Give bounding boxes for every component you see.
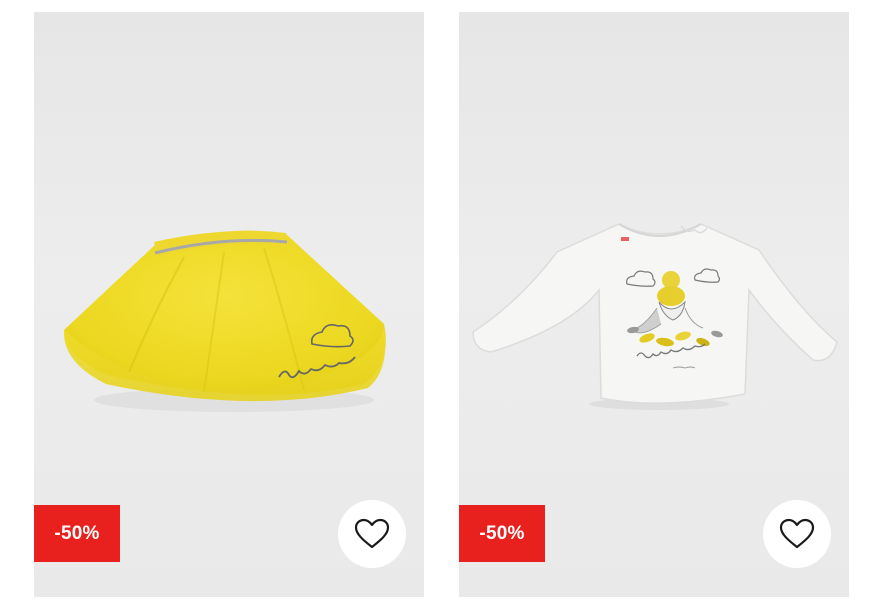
wishlist-button[interactable] xyxy=(763,500,831,568)
product-card[interactable]: -50% xyxy=(34,12,424,597)
product-grid: -50% -50% xyxy=(0,0,882,600)
discount-badge: -50% xyxy=(34,505,120,562)
wishlist-button[interactable] xyxy=(338,500,406,568)
discount-badge: -50% xyxy=(459,505,545,562)
product-card[interactable]: -50% xyxy=(459,12,849,597)
heart-outline-icon xyxy=(354,518,390,549)
heart-outline-icon xyxy=(779,518,815,549)
